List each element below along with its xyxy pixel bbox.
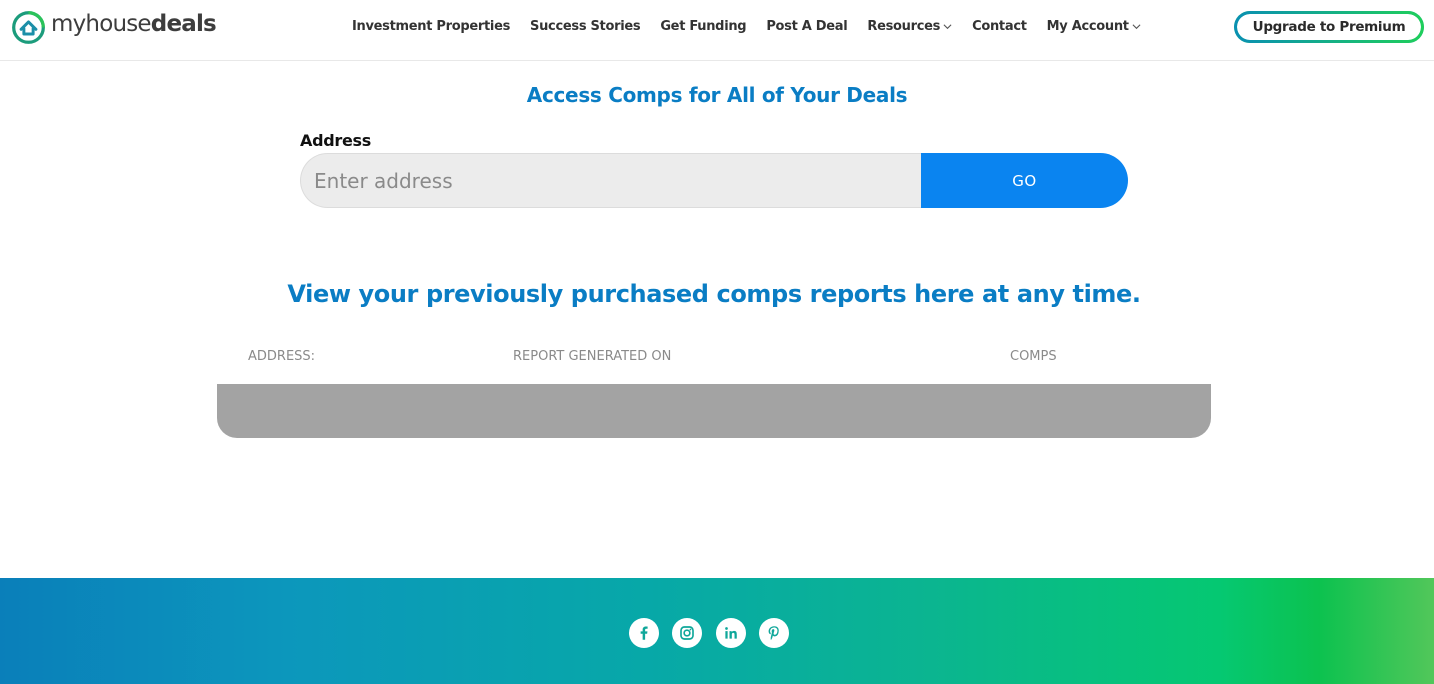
nav-success-stories[interactable]: Success Stories bbox=[530, 18, 641, 34]
logo-text-bold: deals bbox=[150, 11, 217, 37]
logo-wordmark: myhousedeals bbox=[51, 11, 217, 37]
address-input[interactable] bbox=[300, 153, 922, 208]
facebook-icon bbox=[640, 626, 648, 640]
chevron-down-icon bbox=[1132, 23, 1141, 29]
nav-label: Post A Deal bbox=[766, 18, 848, 34]
site-header: myhousedeals Investment Properties Succe… bbox=[0, 0, 1434, 61]
pinterest-link[interactable] bbox=[759, 618, 789, 648]
reports-table-header: ADDRESS: REPORT GENERATED ON COMPS bbox=[217, 340, 1211, 384]
main-nav: Investment Properties Success Stories Ge… bbox=[352, 0, 1161, 52]
nav-label: Success Stories bbox=[530, 18, 641, 34]
go-button[interactable]: GO bbox=[921, 153, 1128, 208]
nav-label: Get Funding bbox=[660, 18, 747, 34]
site-logo[interactable]: myhousedeals bbox=[10, 9, 217, 45]
site-footer bbox=[0, 578, 1434, 684]
chevron-down-icon bbox=[943, 23, 952, 29]
comps-title: Access Comps for All of Your Deals bbox=[526, 83, 908, 107]
linkedin-link[interactable] bbox=[716, 618, 746, 648]
address-label: Address bbox=[300, 131, 371, 150]
nav-label: My Account bbox=[1046, 18, 1129, 34]
house-circle-icon bbox=[12, 10, 45, 44]
pinterest-icon bbox=[768, 626, 779, 641]
nav-contact[interactable]: Contact bbox=[972, 19, 1027, 34]
linkedin-icon bbox=[725, 627, 737, 639]
nav-resources[interactable]: Resources bbox=[867, 19, 952, 34]
nav-get-funding[interactable]: Get Funding bbox=[660, 19, 746, 34]
nav-label: Investment Properties bbox=[352, 18, 511, 34]
upgrade-premium-button[interactable]: Upgrade to Premium bbox=[1234, 11, 1424, 43]
column-header-report-generated: REPORT GENERATED ON bbox=[513, 349, 672, 364]
facebook-link[interactable] bbox=[629, 618, 659, 648]
nav-label: Contact bbox=[972, 18, 1027, 34]
nav-post-a-deal[interactable]: Post A Deal bbox=[766, 19, 847, 34]
column-header-comps: COMPS bbox=[1010, 349, 1057, 364]
nav-investment-properties[interactable]: Investment Properties bbox=[352, 19, 510, 34]
reports-table-body bbox=[217, 384, 1211, 438]
logo-text-light: myhouse bbox=[51, 11, 152, 37]
instagram-icon bbox=[680, 626, 694, 640]
nav-label: Resources bbox=[867, 18, 941, 34]
reports-title: View your previously purchased comps rep… bbox=[287, 280, 1141, 308]
instagram-link[interactable] bbox=[672, 618, 702, 648]
nav-my-account[interactable]: My Account bbox=[1047, 19, 1141, 34]
column-header-address: ADDRESS: bbox=[248, 349, 316, 364]
